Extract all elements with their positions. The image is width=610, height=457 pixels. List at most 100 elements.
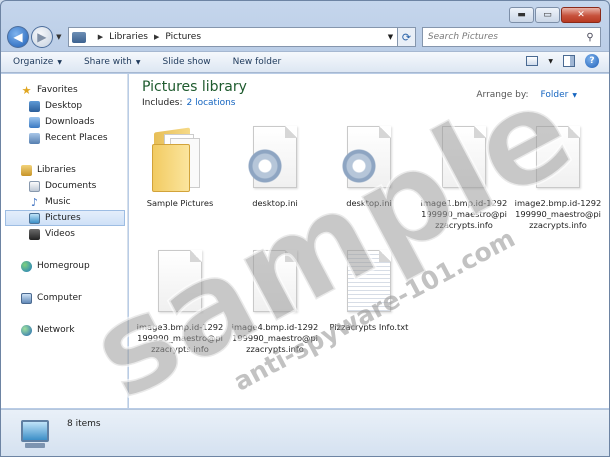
file-name: desktop.ini [346, 198, 392, 208]
file-grid: Sample Pictures desktop.ini desktop.ini [135, 126, 609, 406]
organize-button[interactable]: Organize ▼ [13, 57, 62, 67]
nav-videos[interactable]: Videos [1, 226, 127, 242]
file-item[interactable]: desktop.ini [230, 126, 320, 246]
nav-documents-label: Documents [45, 181, 97, 191]
share-with-label: Share with [83, 57, 132, 67]
refresh-button[interactable]: ⟳ [398, 27, 416, 47]
search-input[interactable]: Search Pictures ⚲ [421, 27, 601, 47]
file-item[interactable]: image3.bmp.id-1292199990_maestro@pizzacr… [135, 250, 225, 370]
nav-recent-places-label: Recent Places [45, 133, 108, 143]
item-count: 8 items [67, 419, 101, 429]
search-icon[interactable]: ⚲ [580, 32, 600, 43]
breadcrumb-pictures[interactable]: Pictures [165, 32, 201, 42]
pictures-library-icon [71, 31, 86, 43]
nav-desktop-label: Desktop [45, 101, 83, 111]
caption-buttons: ▬ ▭ ✕ [509, 7, 601, 23]
refresh-icon: ⟳ [401, 30, 412, 44]
nav-downloads[interactable]: Downloads [1, 114, 127, 130]
star-icon: ★ [21, 83, 32, 97]
forward-button[interactable]: ▶ [30, 26, 53, 48]
file-name: image1.bmp.id-1292199990_maestro@pizzacr… [420, 198, 508, 230]
explorer-window: ▬ ▭ ✕ ◀ ▶ ▼ ▶ Libraries ▶ Pictures ▼ ⟳ S… [0, 0, 610, 457]
chevron-down-icon: ▼ [57, 58, 62, 66]
nav-computer-label: Computer [37, 293, 82, 303]
forward-arrow-icon: ▶ [37, 30, 47, 44]
command-bar: Organize ▼ Share with ▼ Slide show New fol… [1, 51, 609, 73]
back-button[interactable]: ◀ [7, 26, 29, 48]
file-item[interactable]: Pizzacrypts Info.txt [324, 250, 414, 370]
recent-places-icon [29, 132, 40, 144]
file-name: Pizzacrypts Info.txt [329, 322, 409, 332]
organize-label: Organize [13, 57, 54, 67]
view-options-dropdown-icon[interactable]: ▼ [548, 58, 553, 65]
preview-pane-icon[interactable] [563, 55, 575, 67]
nav-libraries-label: Libraries [37, 165, 76, 175]
close-button[interactable]: ✕ [561, 7, 601, 23]
navigation-pane: ★ Favorites Desktop Downloads Recent Plac… [1, 74, 128, 408]
arrange-by: Arrange by: Folder ▼ [476, 90, 577, 100]
address-bar[interactable]: ▶ Libraries ▶ Pictures ▼ [67, 27, 398, 47]
nav-favorites[interactable]: ★ Favorites [1, 82, 127, 98]
nav-pictures-label: Pictures [45, 213, 81, 223]
breadcrumb-chevron-icon[interactable]: ▶ [98, 33, 103, 41]
pictures-icon [29, 212, 40, 224]
address-dropdown-icon[interactable]: ▼ [383, 33, 397, 41]
navigation-row: ◀ ▶ ▼ ▶ Libraries ▶ Pictures ▼ ⟳ Search … [7, 25, 601, 49]
slide-show-button[interactable]: Slide show [163, 57, 211, 67]
nav-music[interactable]: ♪ Music [1, 194, 127, 210]
file-item[interactable]: image2.bmp.id-1292199990_maestro@pizzacr… [513, 126, 603, 246]
nav-videos-label: Videos [45, 229, 75, 239]
blank-file-icon [247, 250, 303, 316]
file-item[interactable]: Sample Pictures [135, 126, 225, 246]
back-arrow-icon: ◀ [13, 30, 23, 44]
arrange-by-dropdown[interactable]: Folder [541, 90, 569, 100]
file-name: desktop.ini [252, 198, 298, 208]
file-name: image3.bmp.id-1292199990_maestro@pizzacr… [136, 322, 224, 354]
breadcrumb-chevron-icon[interactable]: ▶ [154, 33, 159, 41]
blank-file-icon [152, 250, 208, 316]
nav-desktop[interactable]: Desktop [1, 98, 127, 114]
network-icon [21, 324, 32, 336]
blank-file-icon [436, 126, 492, 192]
nav-network[interactable]: Network [1, 322, 127, 338]
nav-computer[interactable]: Computer [1, 290, 127, 306]
locations-link[interactable]: 2 locations [186, 98, 235, 108]
computer-icon [21, 292, 32, 304]
view-controls: ▼ ? [526, 54, 599, 68]
file-item[interactable]: image4.bmp.id-1292199990_maestro@pizzacr… [230, 250, 320, 370]
nav-music-label: Music [45, 197, 71, 207]
share-with-button[interactable]: Share with ▼ [84, 57, 141, 67]
chevron-down-icon: ▼ [572, 92, 577, 99]
details-pane: 8 items [1, 409, 609, 456]
library-includes: Includes: 2 locations [142, 98, 235, 108]
documents-icon [29, 180, 40, 192]
nav-recent-places[interactable]: Recent Places [1, 130, 127, 146]
help-icon[interactable]: ? [585, 54, 599, 68]
nav-homegroup[interactable]: Homegroup [1, 258, 127, 274]
breadcrumb-libraries[interactable]: Libraries [109, 32, 148, 42]
nav-network-label: Network [37, 325, 75, 335]
nav-documents[interactable]: Documents [1, 178, 127, 194]
arrange-by-label: Arrange by: [476, 90, 529, 100]
recent-pages-dropdown[interactable]: ▼ [54, 33, 64, 41]
file-item[interactable]: desktop.ini [324, 126, 414, 246]
homegroup-icon [21, 260, 32, 272]
search-placeholder: Search Pictures [427, 32, 498, 42]
change-view-icon[interactable] [526, 56, 539, 66]
videos-icon [29, 228, 40, 240]
libraries-icon [21, 164, 32, 176]
nav-libraries[interactable]: Libraries [1, 162, 127, 178]
text-file-icon [341, 250, 397, 316]
settings-file-icon [341, 126, 397, 192]
minimize-button[interactable]: ▬ [509, 7, 534, 23]
content-pane: Pictures library Includes: 2 locations Ar… [129, 74, 609, 408]
includes-label: Includes: [142, 98, 183, 108]
file-item[interactable]: image1.bmp.id-1292199990_maestro@pizzacr… [419, 126, 509, 246]
new-folder-button[interactable]: New folder [233, 57, 282, 67]
nav-pictures[interactable]: Pictures [5, 210, 125, 226]
maximize-button[interactable]: ▭ [535, 7, 560, 23]
desktop-icon [29, 100, 40, 112]
music-icon: ♪ [30, 195, 39, 209]
